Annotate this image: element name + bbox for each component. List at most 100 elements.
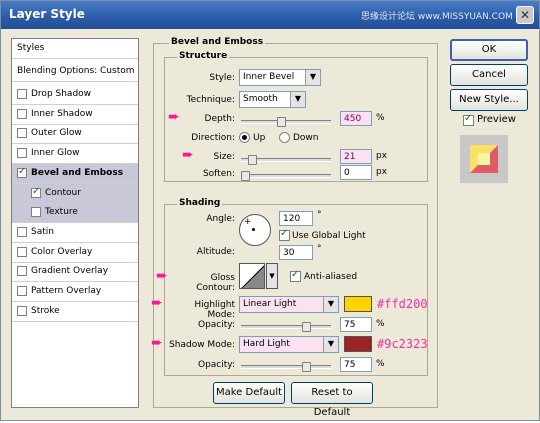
depth-input[interactable]: 450 [340,111,372,126]
direction-up-label: Up [253,133,266,143]
highlight-opacity-slider[interactable] [241,322,331,332]
soften-slider[interactable] [241,171,331,181]
technique-label: Technique: [186,95,235,105]
shadow-opacity-label: Opacity: [198,360,235,370]
style-item-checkbox[interactable] [17,148,27,159]
size-slider-thumb[interactable] [248,155,257,165]
style-item-checkbox[interactable] [17,89,27,99]
style-select[interactable]: Inner Bevel ▼ [239,69,321,86]
angle-input[interactable]: 120 [279,211,313,226]
highlight-opacity-thumb[interactable] [302,322,311,332]
highlight-color-swatch[interactable] [344,296,372,312]
style-item-texture[interactable]: Texture [12,203,138,224]
soften-slider-thumb[interactable] [241,171,250,181]
style-item-checkbox[interactable] [17,108,27,119]
style-item-bevel-and-emboss[interactable]: Bevel and Emboss [12,163,138,184]
highlight-opacity-input[interactable]: 75 [340,317,372,332]
gloss-contour-picker[interactable] [239,263,265,289]
soften-label: Soften: [202,169,235,179]
style-label: Style: [209,73,235,83]
chevron-down-icon[interactable]: ▼ [266,263,278,289]
shadow-opacity-unit: % [376,359,385,369]
shadow-opacity-input[interactable]: 75 [340,357,372,372]
structure-title: Structure [177,51,230,61]
new-style-button[interactable]: New Style... [450,89,528,111]
anti-aliased-label: Anti-aliased [304,272,358,282]
style-item-label: Outer Glow [31,128,82,139]
preview-thumbnail-icon [470,145,498,173]
style-item-gradient-overlay[interactable]: Gradient Overlay [12,262,138,283]
pointer-arrow-icon: ➨ [182,147,194,163]
highlight-mode-label: Highlight Mode: [194,300,235,320]
use-global-light-label: Use Global Light [292,231,366,241]
angle-dial[interactable]: + [239,214,271,246]
style-item-checkbox[interactable] [17,286,27,296]
altitude-unit: ° [317,244,322,254]
style-item-label: Drop Shadow [31,89,92,99]
depth-label: Depth: [204,114,235,124]
shadow-hex-label: #9c2323 [377,337,428,351]
style-item-color-overlay[interactable]: Color Overlay [12,243,138,263]
chevron-down-icon: ▼ [290,92,305,107]
dial-center-dot [252,228,255,231]
style-item-label: Inner Shadow [31,108,93,119]
reset-to-default-button[interactable]: Reset to Default [291,382,373,418]
size-unit: px [376,151,388,161]
chevron-down-icon: ▼ [305,70,320,85]
cancel-button[interactable]: Cancel [450,64,528,86]
style-item-checkbox[interactable] [17,266,27,277]
shadow-mode-label: Shadow Mode: [169,340,235,350]
direction-down-label: Down [293,133,319,143]
style-item-checkbox[interactable] [31,207,41,218]
style-item-satin[interactable]: Satin [12,223,138,243]
style-item-checkbox[interactable] [17,226,27,237]
shadow-color-swatch[interactable] [344,336,372,352]
angle-unit: ° [317,210,322,220]
make-default-button[interactable]: Make Default [213,382,285,404]
size-input[interactable]: 21 [340,149,372,164]
preview-label: Preview [477,114,516,125]
direction-down-radio[interactable] [279,132,290,143]
style-item-contour[interactable]: Contour [12,183,138,204]
technique-select[interactable]: Smooth ▼ [239,91,306,108]
style-preview [460,135,508,183]
style-item-inner-glow[interactable]: Inner Glow [12,144,138,165]
altitude-input[interactable]: 30 [279,245,313,260]
bevel-emboss-title: Bevel and Emboss [169,37,266,47]
preview-checkbox[interactable] [463,113,474,126]
shadow-mode-value: Hard Light [243,339,290,349]
direction-up-radio[interactable] [239,132,250,143]
style-item-label: Texture [45,207,78,218]
highlight-mode-value: Linear Light [243,299,297,309]
styles-header[interactable]: Styles [12,39,138,59]
shadow-opacity-slider[interactable] [241,362,331,372]
size-slider[interactable] [241,155,331,165]
style-item-stroke[interactable]: Stroke [12,302,138,322]
shadow-mode-select[interactable]: Hard Light ▼ [239,336,339,353]
altitude-label: Altitude: [196,247,235,257]
use-global-light-checkbox[interactable] [279,228,290,241]
depth-slider[interactable] [241,117,331,127]
blending-options-item[interactable]: Blending Options: Custom [12,62,138,82]
style-item-label: Stroke [31,305,60,316]
window-title: Layer Style [9,7,85,21]
soften-input[interactable]: 0 [340,165,372,180]
depth-slider-thumb[interactable] [277,117,286,127]
ok-button[interactable]: OK [450,39,528,61]
shadow-opacity-thumb[interactable] [302,362,311,372]
depth-unit: % [376,113,385,123]
style-item-checkbox[interactable] [17,128,27,139]
anti-aliased-checkbox[interactable] [290,269,301,282]
watermark: 思缘设计论坛 www.MISSYUAN.COM [361,12,513,22]
style-item-outer-glow[interactable]: Outer Glow [12,124,138,145]
style-item-drop-shadow[interactable]: Drop Shadow [12,85,138,105]
soften-unit: px [376,167,388,177]
style-item-checkbox[interactable] [17,246,27,257]
style-item-pattern-overlay[interactable]: Pattern Overlay [12,282,138,302]
close-button[interactable]: ✕ [516,6,534,24]
style-item-inner-shadow[interactable]: Inner Shadow [12,105,138,125]
style-item-checkbox[interactable] [17,305,27,316]
highlight-mode-select[interactable]: Linear Light ▼ [239,296,339,313]
style-item-checkbox[interactable] [17,166,27,178]
style-item-checkbox[interactable] [31,186,41,198]
